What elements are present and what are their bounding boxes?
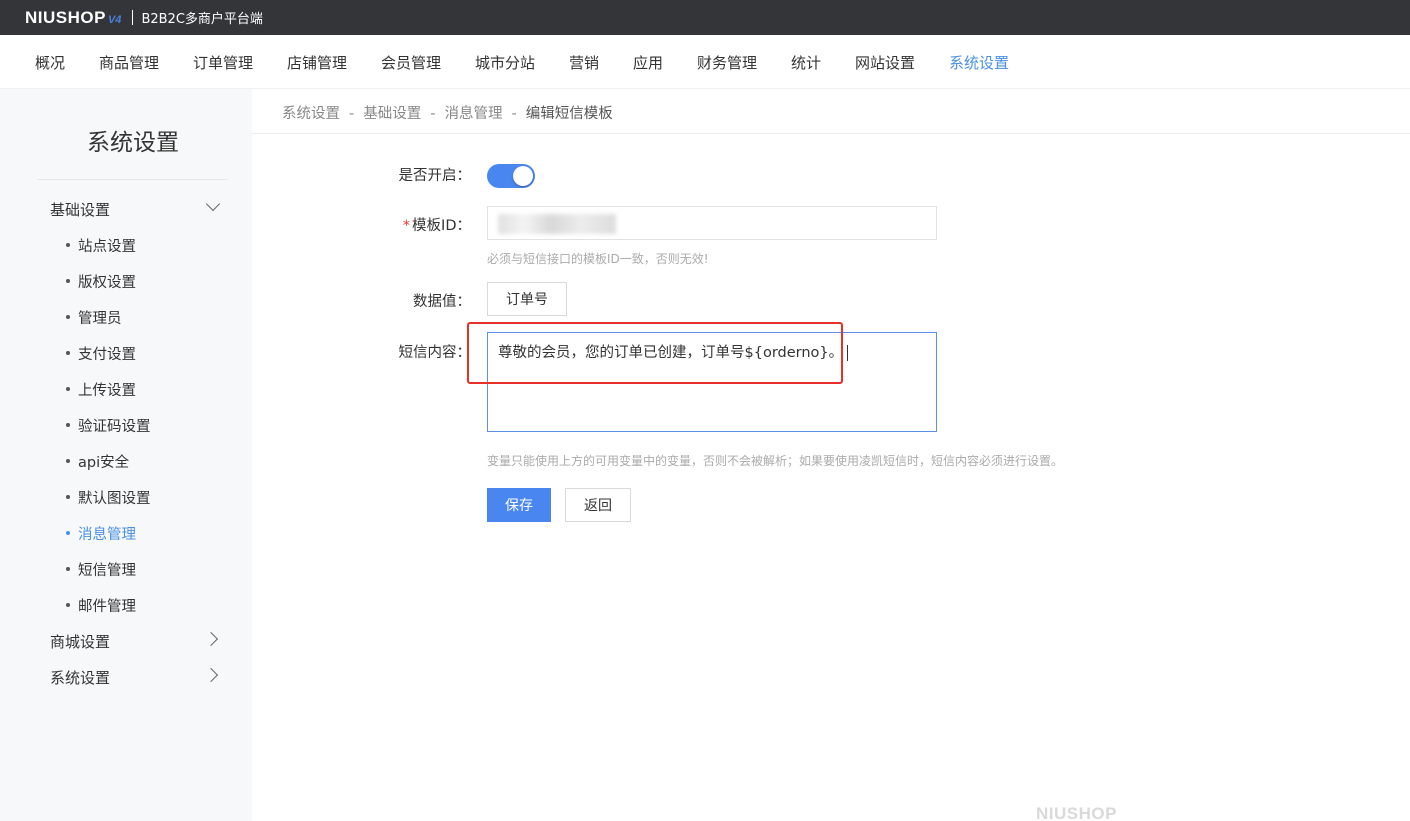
template-id-label-text: 模板ID： [412,218,471,234]
sidebar-item-label: 管理员 [78,311,122,327]
sidebar-group-label: 系统设置 [50,669,111,687]
logo-version: V4 [107,13,122,26]
sms-content-textarea[interactable]: 尊敬的会员，您的订单已创建，订单号${orderno}。 [487,332,937,432]
sidebar-item-label: 邮件管理 [78,599,136,615]
sidebar-item-administrators[interactable]: 管理员 [66,307,122,328]
sidebar-item-site-settings[interactable]: 站点设置 [66,235,136,256]
template-id-hint: 必须与短信接口的模板ID一致，否则无效! [487,252,709,266]
platform-label: B2B2C多商户平台端 [141,12,263,27]
nav-item-orders[interactable]: 订单管理 [193,52,253,73]
enable-label: 是否开启： [398,168,472,184]
data-value-label: 数据值： [413,294,471,310]
sidebar-item-label: 默认图设置 [78,491,151,507]
chevron-right-icon [203,631,219,647]
enable-toggle[interactable] [487,164,535,188]
bullet-icon [66,243,70,247]
sidebar-item-email-management[interactable]: 邮件管理 [66,595,136,616]
logo[interactable]: NIUSHOP V4 [25,8,121,28]
sidebar-item-label: 验证码设置 [78,419,151,435]
bullet-icon [66,387,70,391]
nav-item-members[interactable]: 会员管理 [381,52,441,73]
breadcrumb-item[interactable]: 消息管理 [444,106,502,122]
logo-text: NIUSHOP [25,7,106,27]
breadcrumb-divider [252,133,1410,134]
bullet-icon [66,495,70,499]
required-mark: * [402,218,411,234]
sidebar-item-label: 消息管理 [78,527,136,543]
top-bar: NIUSHOP V4 B2B2C多商户平台端 [0,0,1410,35]
breadcrumb-item[interactable]: 基础设置 [363,106,421,122]
bullet-icon [66,315,70,319]
nav-item-overview[interactable]: 概况 [35,52,65,73]
text-caret [847,345,849,361]
sidebar-item-label: 短信管理 [78,563,136,579]
nav-item-goods[interactable]: 商品管理 [99,52,159,73]
sidebar-group-mall-settings[interactable]: 商城设置 [50,631,222,652]
sidebar-item-api-security[interactable]: api安全 [66,451,129,472]
sidebar-item-label: 版权设置 [78,275,136,291]
nav-item-marketing[interactable]: 营销 [569,52,599,73]
nav-item-shops[interactable]: 店铺管理 [287,52,347,73]
toggle-knob [513,166,533,186]
sidebar-group-label: 商城设置 [50,633,111,651]
back-button[interactable]: 返回 [565,488,631,522]
bullet-icon [66,567,70,571]
sidebar-item-copyright-settings[interactable]: 版权设置 [66,271,136,292]
sidebar-item-message-management[interactable]: 消息管理 [66,523,136,544]
sidebar-group-system-settings[interactable]: 系统设置 [50,667,222,688]
bullet-icon [66,351,70,355]
template-id-input[interactable] [487,206,937,240]
sidebar-divider [38,179,228,180]
chevron-down-icon [205,196,221,212]
order-number-variable-button[interactable]: 订单号 [487,282,567,316]
bullet-icon [66,279,70,283]
nav-item-system-settings[interactable]: 系统设置 [949,52,1009,73]
sidebar-item-label: 上传设置 [78,383,136,399]
breadcrumb: 系统设置 - 基础设置 - 消息管理 - 编辑短信模板 [282,102,613,123]
chevron-right-icon [203,667,219,683]
bullet-icon [66,423,70,427]
sidebar-title: 系统设置 [87,130,179,156]
nav-item-statistics[interactable]: 统计 [791,52,821,73]
sidebar-item-label: api安全 [78,455,130,471]
sms-content-hint: 变量只能使用上方的可用变量中的变量，否则不会被解析；如果要使用凌凯短信时，短信内… [487,454,1064,468]
sms-content-label: 短信内容： [398,345,472,361]
sidebar-item-payment-settings[interactable]: 支付设置 [66,343,136,364]
bullet-icon [66,531,70,535]
nav-item-city-stations[interactable]: 城市分站 [475,52,535,73]
nav-item-finance[interactable]: 财务管理 [697,52,757,73]
sidebar-group-basic-settings[interactable]: 基础设置 [50,196,222,220]
sidebar-item-sms-management[interactable]: 短信管理 [66,559,136,580]
niushop-watermark: NIUSHOP [1036,804,1117,821]
sidebar: 系统设置 基础设置 站点设置 版权设置 管理员 支付设置 上传设置 验证码设置 … [0,89,252,821]
sidebar-item-label: 站点设置 [78,239,136,255]
breadcrumb-item[interactable]: 系统设置 [282,106,340,122]
sidebar-item-label: 支付设置 [78,347,136,363]
breadcrumb-separator: - [430,106,436,122]
save-button[interactable]: 保存 [487,488,551,522]
breadcrumb-current: 编辑短信模板 [525,106,613,122]
template-id-label: * 模板ID： [371,214,471,235]
sidebar-item-captcha-settings[interactable]: 验证码设置 [66,415,151,436]
main-nav: 概况 商品管理 订单管理 店铺管理 会员管理 城市分站 营销 应用 财务管理 统… [0,35,1410,89]
bullet-icon [66,459,70,463]
redacted-template-id [498,214,616,234]
bullet-icon [66,603,70,607]
sidebar-item-upload-settings[interactable]: 上传设置 [66,379,136,400]
topbar-divider [132,10,134,25]
sidebar-item-default-image[interactable]: 默认图设置 [66,487,151,508]
nav-item-apps[interactable]: 应用 [633,52,663,73]
sms-content-text: 尊敬的会员，您的订单已创建，订单号${orderno}。 [498,345,844,361]
breadcrumb-separator: - [349,106,355,122]
nav-item-website-settings[interactable]: 网站设置 [855,52,915,73]
sidebar-group-label: 基础设置 [50,201,111,219]
breadcrumb-separator: - [511,106,517,122]
